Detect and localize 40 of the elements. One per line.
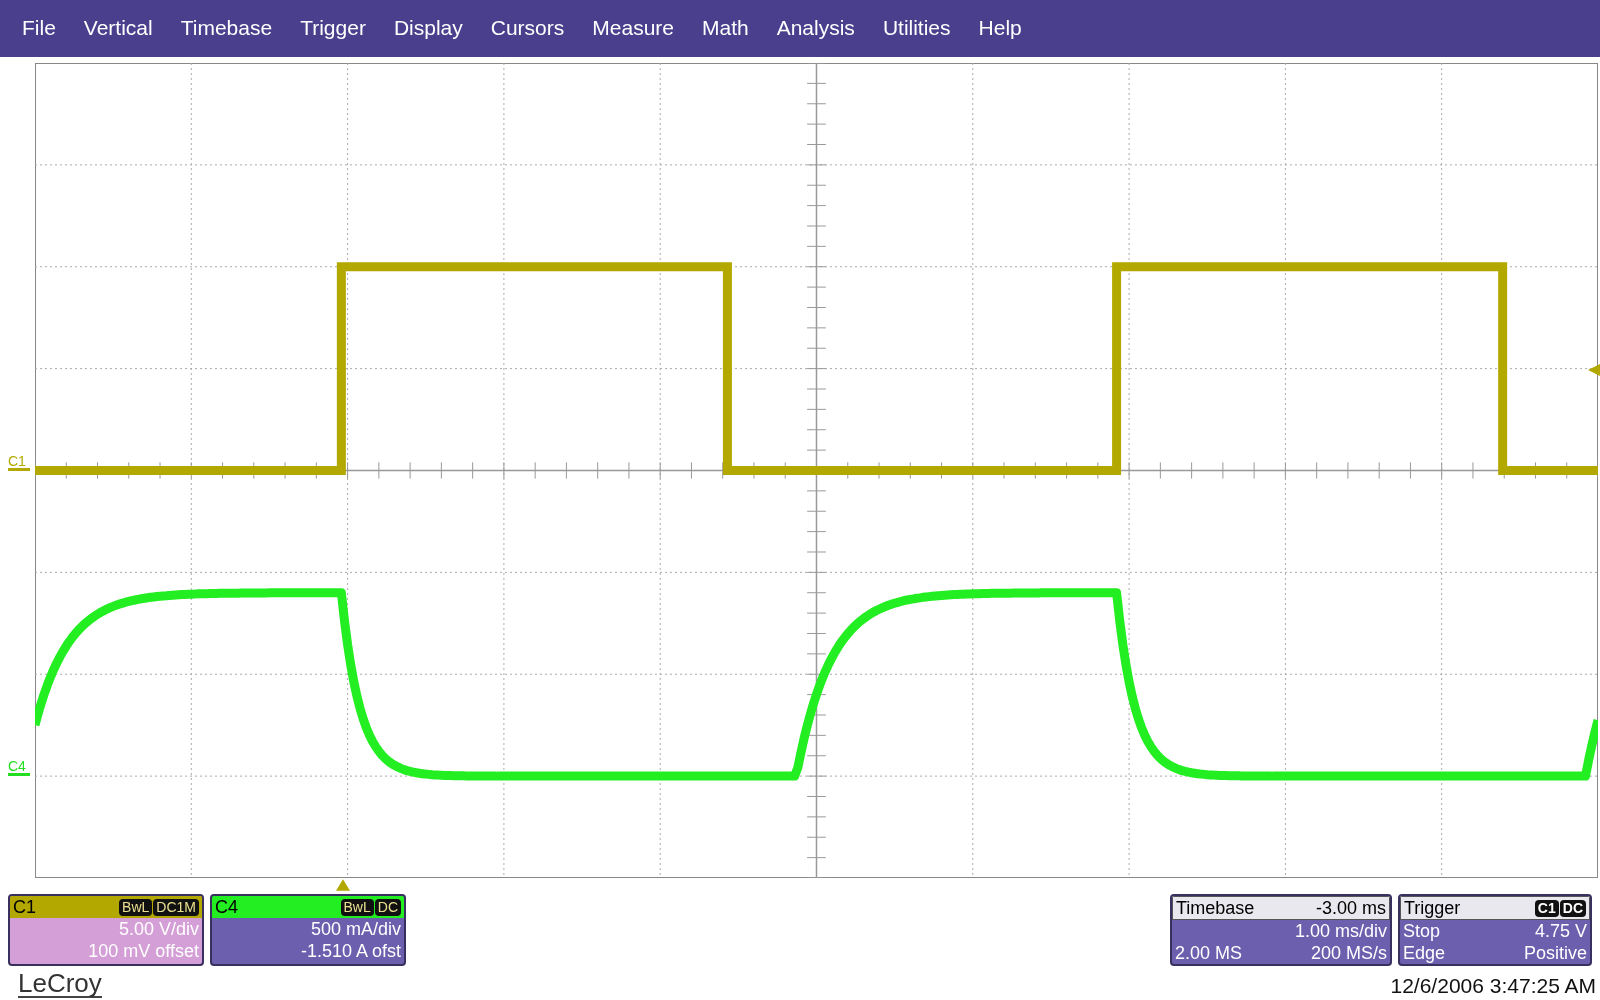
coupling-tag: BwL xyxy=(119,898,153,916)
menu-item[interactable]: Help xyxy=(964,11,1036,46)
menu-item[interactable]: Trigger xyxy=(286,11,380,46)
timebase-setting: 200 MS/s xyxy=(1310,942,1387,964)
menu-item[interactable]: Vertical xyxy=(69,11,167,46)
menu-item[interactable]: File xyxy=(8,11,70,46)
trigger-panel[interactable]: Trigger C1 DC Stop 4.75 V Edge Positive xyxy=(1398,894,1592,966)
menu-item[interactable]: Math xyxy=(688,11,763,46)
channel-label: C4 xyxy=(215,896,238,918)
channel-label: C1 xyxy=(13,896,36,918)
trigger-tag: C1 xyxy=(1534,899,1559,917)
timebase-setting: 1.00 ms/div xyxy=(1294,920,1387,942)
menu-item[interactable]: Measure xyxy=(578,11,688,46)
trigger-tag: DC xyxy=(1559,899,1586,917)
brand-logo: LeCroy xyxy=(18,970,102,998)
channel-panel[interactable]: C4 BwL DC 500 mA/div -1.510 A ofst xyxy=(210,894,406,966)
trigger-setting: Edge xyxy=(1403,942,1446,964)
channel-setting: 500 mA/div xyxy=(309,918,402,940)
channel-setting: -1.510 A ofst xyxy=(299,940,402,962)
coupling-tag: DC xyxy=(374,898,401,916)
menu-item[interactable]: Cursors xyxy=(476,11,579,46)
channel-panel[interactable]: C1 BwL DC1M 5.00 V/div 100 mV offset xyxy=(8,894,204,966)
channel-setting: 100 mV offset xyxy=(87,940,200,962)
timebase-panel[interactable]: Timebase -3.00 ms 1.00 ms/div 2.00 MS 200 MS/s xyxy=(1170,894,1392,966)
timebase-delay: -3.00 ms xyxy=(1315,897,1386,919)
menu-item[interactable]: Analysis xyxy=(762,11,869,46)
timebase-title: Timebase xyxy=(1176,897,1255,919)
coupling-tag: BwL xyxy=(340,898,374,916)
trigger-setting: Positive xyxy=(1523,942,1587,964)
trigger-setting: Stop xyxy=(1403,920,1441,942)
trigger-setting: 4.75 V xyxy=(1534,920,1587,942)
channel-setting: 5.00 V/div xyxy=(117,918,200,940)
menu-item[interactable]: Timebase xyxy=(166,11,287,46)
trigger-title: Trigger xyxy=(1404,897,1461,919)
coupling-tag: DC1M xyxy=(153,898,199,916)
timebase-setting: 2.00 MS xyxy=(1175,942,1243,964)
menu-item[interactable]: Display xyxy=(379,11,477,46)
timestamp: 12/6/2006 3:47:25 AM xyxy=(1390,974,1596,998)
trigger-level-marker-icon xyxy=(1588,364,1600,377)
menu-item[interactable]: Utilities xyxy=(868,11,965,46)
